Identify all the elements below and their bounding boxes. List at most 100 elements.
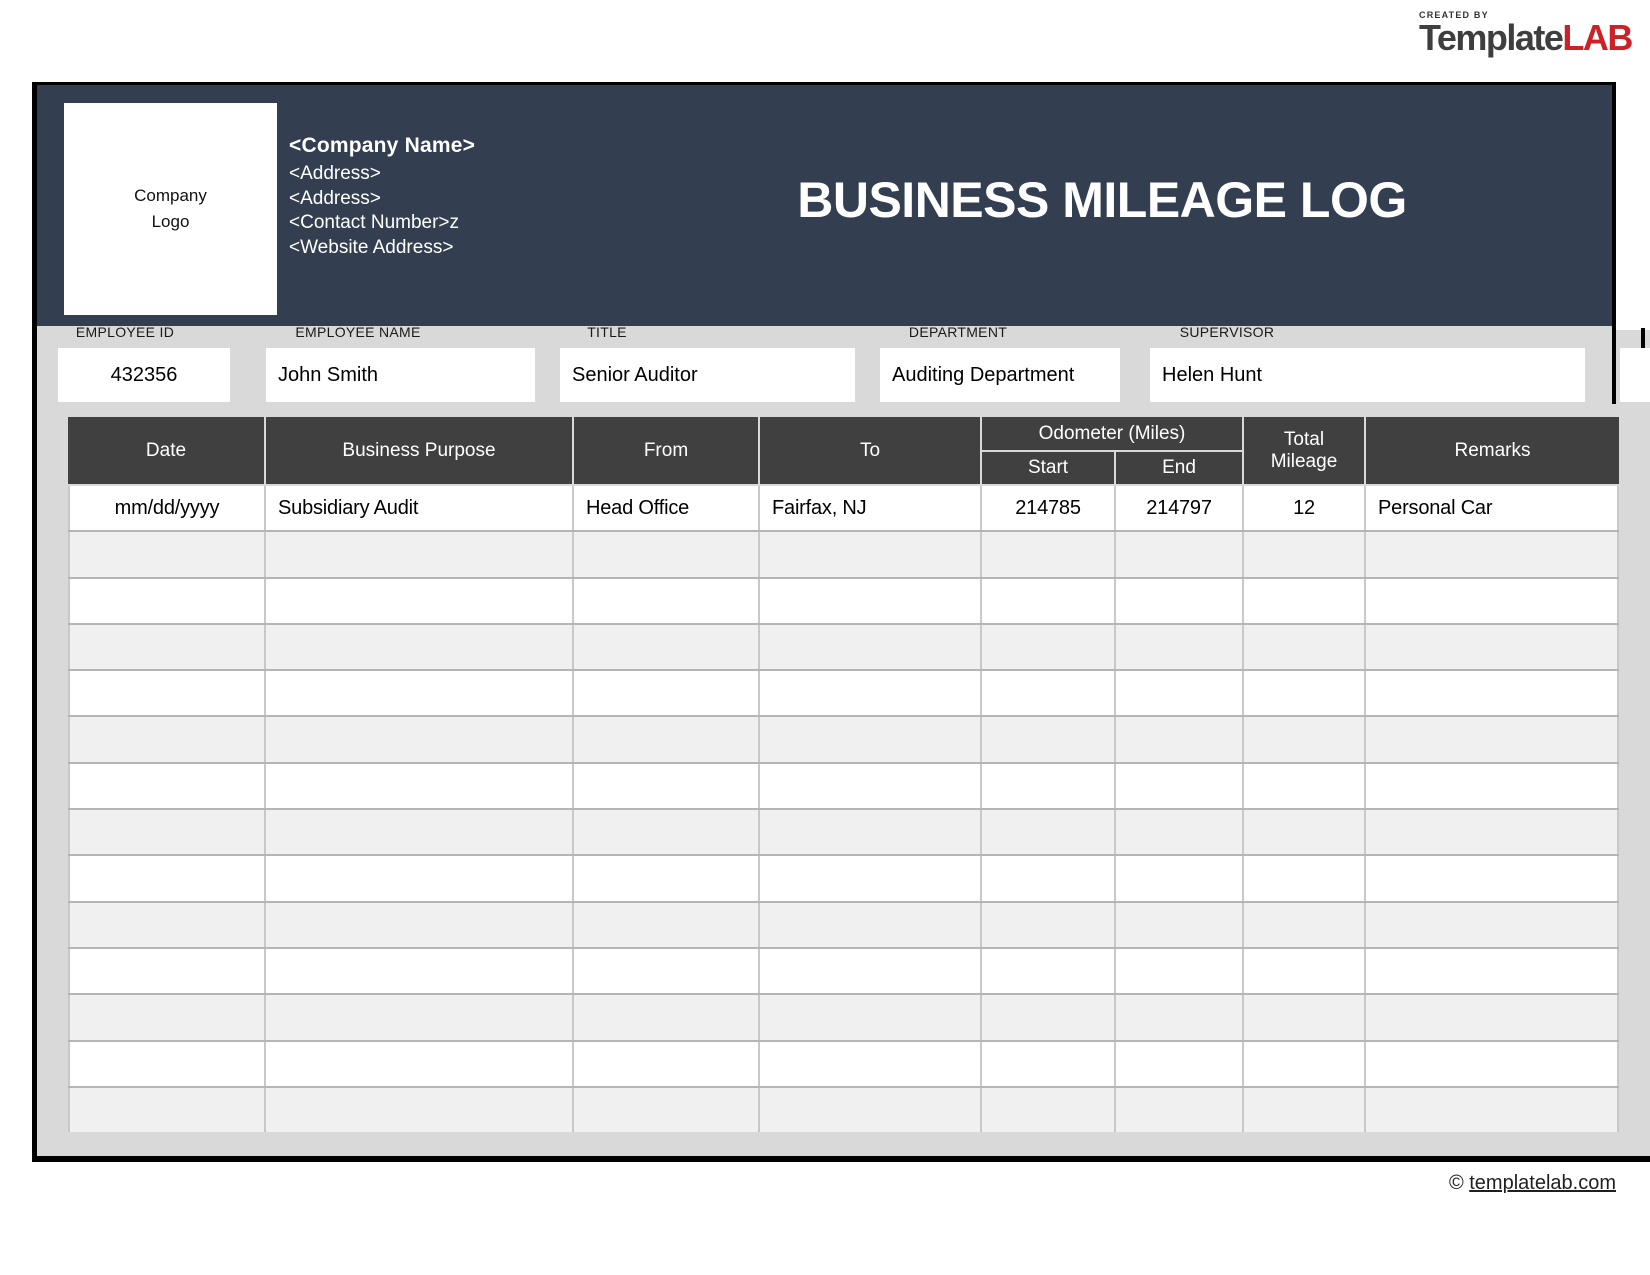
cell-total[interactable] <box>1244 1042 1366 1086</box>
cell-purpose[interactable] <box>266 671 574 715</box>
cell-date[interactable] <box>68 532 266 576</box>
cell-total[interactable] <box>1244 949 1366 993</box>
cell-date[interactable] <box>68 856 266 900</box>
templatelab-link[interactable]: templatelab.com <box>1469 1172 1616 1194</box>
cell-from[interactable] <box>574 810 760 854</box>
cell-end[interactable] <box>1116 671 1244 715</box>
cell-date[interactable] <box>68 995 266 1039</box>
cell-total[interactable] <box>1244 764 1366 808</box>
cell-purpose[interactable] <box>266 810 574 854</box>
cell-from[interactable]: Head Office <box>574 486 760 530</box>
cell-remarks[interactable] <box>1366 949 1619 993</box>
cell-remarks[interactable] <box>1366 532 1619 576</box>
cell-from[interactable] <box>574 995 760 1039</box>
cell-purpose[interactable]: Subsidiary Audit <box>266 486 574 530</box>
cell-remarks[interactable] <box>1366 764 1619 808</box>
cell-start[interactable] <box>982 625 1116 669</box>
cell-date[interactable] <box>68 1088 266 1132</box>
cell-from[interactable] <box>574 671 760 715</box>
company-address2-placeholder[interactable]: <Address> <box>289 187 475 212</box>
title-field[interactable]: Senior Auditor <box>560 348 855 402</box>
cell-purpose[interactable] <box>266 625 574 669</box>
cell-total[interactable] <box>1244 717 1366 761</box>
cell-from[interactable] <box>574 625 760 669</box>
employee-name-field[interactable]: John Smith <box>266 348 535 402</box>
cell-total[interactable]: 12 <box>1244 486 1366 530</box>
cell-from[interactable] <box>574 579 760 623</box>
cell-purpose[interactable] <box>266 995 574 1039</box>
cell-from[interactable] <box>574 1088 760 1132</box>
cell-total[interactable] <box>1244 532 1366 576</box>
cell-from[interactable] <box>574 532 760 576</box>
cell-remarks[interactable] <box>1366 995 1619 1039</box>
cell-to[interactable] <box>760 1042 982 1086</box>
cell-to[interactable] <box>760 532 982 576</box>
cell-start[interactable] <box>982 1088 1116 1132</box>
cell-purpose[interactable] <box>266 856 574 900</box>
cell-end[interactable] <box>1116 717 1244 761</box>
cell-date[interactable]: mm/dd/yyyy <box>68 486 266 530</box>
cell-start[interactable] <box>982 1042 1116 1086</box>
cell-purpose[interactable] <box>266 764 574 808</box>
edge-partial-field[interactable] <box>1620 348 1650 402</box>
cell-from[interactable] <box>574 764 760 808</box>
cell-remarks[interactable] <box>1366 903 1619 947</box>
cell-end[interactable] <box>1116 810 1244 854</box>
cell-purpose[interactable] <box>266 903 574 947</box>
cell-total[interactable] <box>1244 1088 1366 1132</box>
cell-to[interactable] <box>760 579 982 623</box>
cell-total[interactable] <box>1244 856 1366 900</box>
cell-from[interactable] <box>574 856 760 900</box>
cell-from[interactable] <box>574 903 760 947</box>
cell-start[interactable] <box>982 810 1116 854</box>
cell-date[interactable] <box>68 810 266 854</box>
cell-remarks[interactable] <box>1366 1042 1619 1086</box>
company-logo-placeholder[interactable]: Company Logo <box>64 103 277 315</box>
department-field[interactable]: Auditing Department <box>880 348 1120 402</box>
cell-to[interactable] <box>760 903 982 947</box>
cell-from[interactable] <box>574 717 760 761</box>
cell-remarks[interactable] <box>1366 671 1619 715</box>
cell-end[interactable] <box>1116 949 1244 993</box>
cell-to[interactable]: Fairfax, NJ <box>760 486 982 530</box>
cell-start[interactable] <box>982 764 1116 808</box>
company-name-placeholder[interactable]: <Company Name> <box>289 134 475 158</box>
cell-total[interactable] <box>1244 579 1366 623</box>
cell-total[interactable] <box>1244 903 1366 947</box>
company-website-placeholder[interactable]: <Website Address> <box>289 236 475 261</box>
cell-remarks[interactable] <box>1366 810 1619 854</box>
cell-to[interactable] <box>760 717 982 761</box>
cell-end[interactable] <box>1116 856 1244 900</box>
cell-purpose[interactable] <box>266 579 574 623</box>
cell-remarks[interactable] <box>1366 579 1619 623</box>
company-address1-placeholder[interactable]: <Address> <box>289 162 475 187</box>
cell-from[interactable] <box>574 1042 760 1086</box>
cell-end[interactable] <box>1116 903 1244 947</box>
cell-purpose[interactable] <box>266 717 574 761</box>
cell-end[interactable] <box>1116 532 1244 576</box>
cell-date[interactable] <box>68 949 266 993</box>
cell-total[interactable] <box>1244 671 1366 715</box>
cell-to[interactable] <box>760 949 982 993</box>
company-contact-placeholder[interactable]: <Contact Number>z <box>289 211 475 236</box>
cell-remarks[interactable]: Personal Car <box>1366 486 1619 530</box>
cell-remarks[interactable] <box>1366 717 1619 761</box>
cell-to[interactable] <box>760 856 982 900</box>
cell-date[interactable] <box>68 764 266 808</box>
cell-date[interactable] <box>68 717 266 761</box>
cell-end[interactable] <box>1116 1042 1244 1086</box>
cell-purpose[interactable] <box>266 532 574 576</box>
supervisor-field[interactable]: Helen Hunt <box>1150 348 1585 402</box>
cell-date[interactable] <box>68 625 266 669</box>
cell-start[interactable]: 214785 <box>982 486 1116 530</box>
cell-remarks[interactable] <box>1366 1088 1619 1132</box>
cell-start[interactable] <box>982 717 1116 761</box>
cell-to[interactable] <box>760 810 982 854</box>
cell-start[interactable] <box>982 949 1116 993</box>
cell-end[interactable] <box>1116 1088 1244 1132</box>
cell-start[interactable] <box>982 579 1116 623</box>
cell-start[interactable] <box>982 532 1116 576</box>
cell-to[interactable] <box>760 671 982 715</box>
cell-date[interactable] <box>68 579 266 623</box>
cell-to[interactable] <box>760 1088 982 1132</box>
